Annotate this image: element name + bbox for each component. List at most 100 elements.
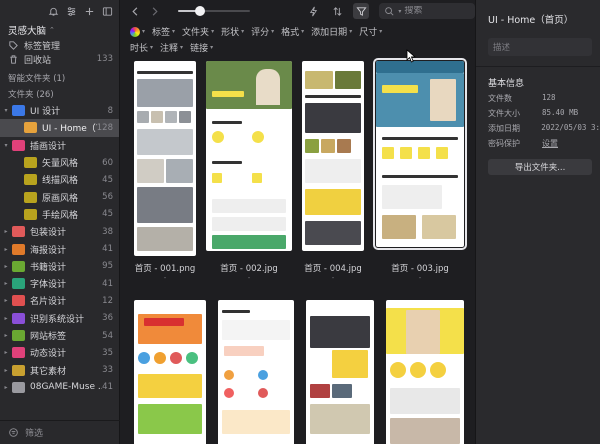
folder-icon — [12, 105, 25, 117]
zoom-slider-knob[interactable] — [194, 6, 205, 16]
folder-label: 书籍设计 — [30, 262, 67, 273]
folder-item[interactable]: ▸ 网站标签 54 — [0, 327, 119, 344]
set-password-link[interactable]: 设置 — [542, 138, 558, 149]
sidebar-toggle-icon[interactable] — [102, 6, 113, 17]
filter-size[interactable]: 尺寸 ▾ — [359, 25, 382, 38]
folder-item[interactable]: ▸ 包装设计 38 — [0, 223, 119, 240]
filter-rating[interactable]: 评分 ▾ — [251, 25, 274, 38]
filter-folder[interactable]: 文件夹 ▾ — [182, 25, 214, 38]
thumbnail-item-selected[interactable] — [373, 58, 467, 250]
folder-item[interactable]: ▸ 其它素材 33 — [0, 361, 119, 378]
chevron-down-icon[interactable]: ▾ — [2, 107, 10, 114]
filter-tags[interactable]: 标签 ▾ — [152, 25, 175, 38]
folder-item[interactable]: UI - Home（首页）128 — [0, 119, 119, 137]
chevron-right-icon[interactable]: ▸ — [2, 263, 10, 270]
chevron-right-icon[interactable]: ▸ — [2, 228, 10, 235]
folder-item[interactable]: 线描风格 45 — [0, 171, 119, 188]
thumbnail-item[interactable] — [134, 61, 196, 256]
main-content: ▾ ▾ 标签▾ 文件夹▾ 形状▾ 评分▾ 格式▾ 添加日期▾ 尺寸▾ 时长▾ 注… — [120, 0, 475, 444]
folder-count: 12 — [102, 295, 113, 306]
flash-button[interactable] — [306, 3, 322, 19]
search-input[interactable] — [404, 6, 465, 16]
thumbnail-filename: 首页 - 002.jpg — [220, 264, 278, 274]
search-box[interactable]: ▾ — [379, 3, 475, 19]
folder-label: 插画设计 — [30, 141, 67, 152]
folder-label: 识别系统设计 — [30, 314, 85, 325]
filter-shape[interactable]: 形状 ▾ — [221, 25, 244, 38]
thumbnail-item[interactable] — [302, 61, 364, 251]
thumbnail-filename: 首页 - 004.jpg — [304, 264, 362, 274]
add-icon[interactable] — [84, 6, 95, 17]
filter-label: 标签 — [152, 28, 171, 38]
folder-label: 网站标签 — [30, 332, 67, 342]
library-switcher[interactable]: 灵感大脑 ⌃ — [0, 22, 119, 38]
back-icon[interactable] — [130, 6, 141, 17]
chevron-right-icon[interactable]: ▸ — [2, 315, 10, 322]
folder-label: 名片设计 — [30, 297, 67, 308]
folders-header[interactable]: 文件夹 (26) — [0, 86, 119, 102]
filter-format[interactable]: 格式 ▾ — [281, 25, 304, 38]
chevron-right-icon[interactable]: ▸ — [2, 297, 10, 304]
info-key: 文件大小 — [488, 109, 520, 118]
thumbnail-item[interactable] — [306, 300, 374, 444]
filter-label: 文件夹 — [182, 28, 210, 38]
folder-item[interactable]: ▸ 书籍设计 95 — [0, 258, 119, 275]
folder-item[interactable]: ▸ 名片设计 12 — [0, 292, 119, 309]
filter-label: 尺寸 — [359, 28, 378, 38]
filter-button[interactable] — [353, 3, 370, 19]
folder-item[interactable]: 矢量风格 60 — [0, 154, 119, 171]
description-field[interactable]: 描述 — [488, 38, 592, 56]
thumbnail-item[interactable] — [206, 61, 292, 251]
sliders-icon[interactable] — [66, 6, 77, 17]
zoom-slider[interactable] — [178, 6, 250, 16]
filter-link[interactable]: 链接 ▾ — [190, 41, 213, 54]
chevron-right-icon[interactable]: ▸ — [2, 332, 10, 339]
filter-duration[interactable]: 时长 ▾ — [130, 41, 153, 54]
thumbnail-rating: - — [163, 274, 167, 282]
export-folder-button[interactable]: 导出文件夹... — [488, 159, 592, 175]
sidebar-item-tags[interactable]: 标签管理 — [0, 38, 119, 52]
folder-item[interactable]: ▸ 识别系统设计 36 — [0, 310, 119, 327]
smart-folders-header[interactable]: 智能文件夹 (1) — [0, 70, 119, 86]
bell-icon[interactable] — [48, 6, 59, 17]
chevron-right-icon[interactable]: ▸ — [2, 246, 10, 253]
basic-info-header: 基本信息 — [488, 79, 525, 89]
chevron-right-icon[interactable]: ▸ — [2, 280, 10, 287]
folder-label: 矢量风格 — [42, 159, 79, 170]
folder-icon — [12, 381, 25, 393]
folder-item[interactable]: ▾ UI 设计 8 — [0, 102, 119, 119]
chevron-down-icon[interactable]: ▾ — [2, 142, 10, 149]
folder-label: 包装设计 — [30, 228, 67, 239]
thumbnail-item[interactable] — [134, 300, 206, 444]
info-key: 密码保护 — [488, 139, 520, 148]
filter-label: 时长 — [130, 44, 149, 54]
chevron-right-icon[interactable]: ▸ — [2, 367, 10, 374]
sidebar-item-trash[interactable]: 回收站 133 — [0, 52, 119, 66]
folder-item[interactable]: ▸ 字体设计 41 — [0, 275, 119, 292]
folder-count: 41 — [102, 244, 113, 255]
sidebar-filter[interactable]: 筛选 — [0, 420, 120, 444]
folder-item[interactable]: 原画风格 56 — [0, 188, 119, 205]
search-icon — [384, 6, 395, 17]
thumbnail-item[interactable] — [386, 300, 464, 444]
thumbnail-item[interactable] — [218, 300, 294, 444]
forward-icon[interactable] — [149, 6, 160, 17]
folder-count: 56 — [102, 192, 113, 203]
sort-button[interactable] — [330, 3, 346, 19]
chevron-right-icon[interactable]: ▸ — [2, 384, 10, 391]
folder-item[interactable]: ▸ 动态设计 35 — [0, 344, 119, 361]
folder-title[interactable]: UI - Home（首页） — [488, 12, 600, 26]
folder-icon — [24, 122, 37, 134]
filter-date-added[interactable]: 添加日期 ▾ — [311, 25, 352, 38]
folder-item[interactable]: 手绘风格 45 — [0, 206, 119, 223]
chevron-right-icon[interactable]: ▸ — [2, 349, 10, 356]
chevron-updown-icon: ⌃ — [49, 26, 55, 34]
filter-label: 形状 — [221, 28, 240, 38]
folder-icon — [12, 139, 25, 151]
filter-notes[interactable]: 注释 ▾ — [160, 41, 183, 54]
folder-item[interactable]: ▸ 海报设计 41 — [0, 240, 119, 257]
folder-item[interactable]: ▾ 插画设计 — [0, 137, 119, 154]
filter-input[interactable]: 筛选 — [25, 426, 120, 439]
filter-color[interactable]: ▾ — [130, 25, 145, 38]
folder-item[interactable]: ▸ 08GAME-Muse ... 41 — [0, 379, 119, 396]
